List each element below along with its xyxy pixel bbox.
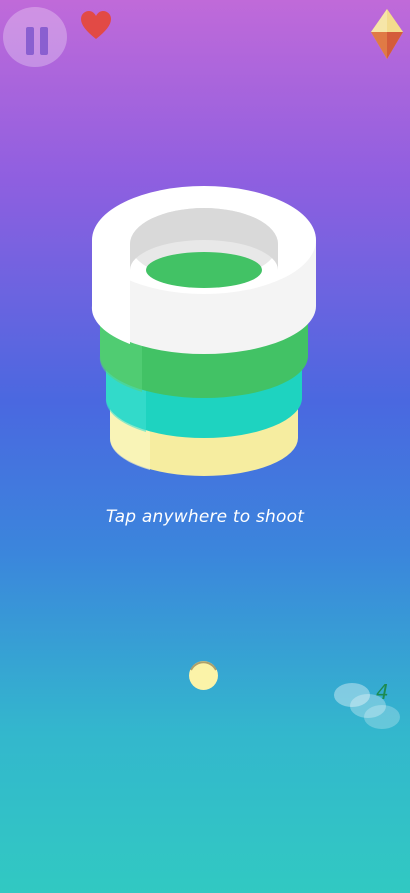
ammo-stack: [334, 683, 400, 729]
ammo-count: 4: [376, 680, 389, 704]
gem-icon: [371, 9, 403, 59]
player-ball: [189, 661, 218, 690]
instruction-text: Tap anywhere to shoot: [105, 507, 305, 527]
pause-icon-left-bar: [26, 27, 34, 55]
ring-tower[interactable]: [90, 180, 318, 490]
ring-white: [91, 186, 316, 354]
pause-button[interactable]: [3, 7, 67, 67]
pause-icon-right-bar: [40, 27, 48, 55]
heart-icon: [81, 11, 111, 39]
